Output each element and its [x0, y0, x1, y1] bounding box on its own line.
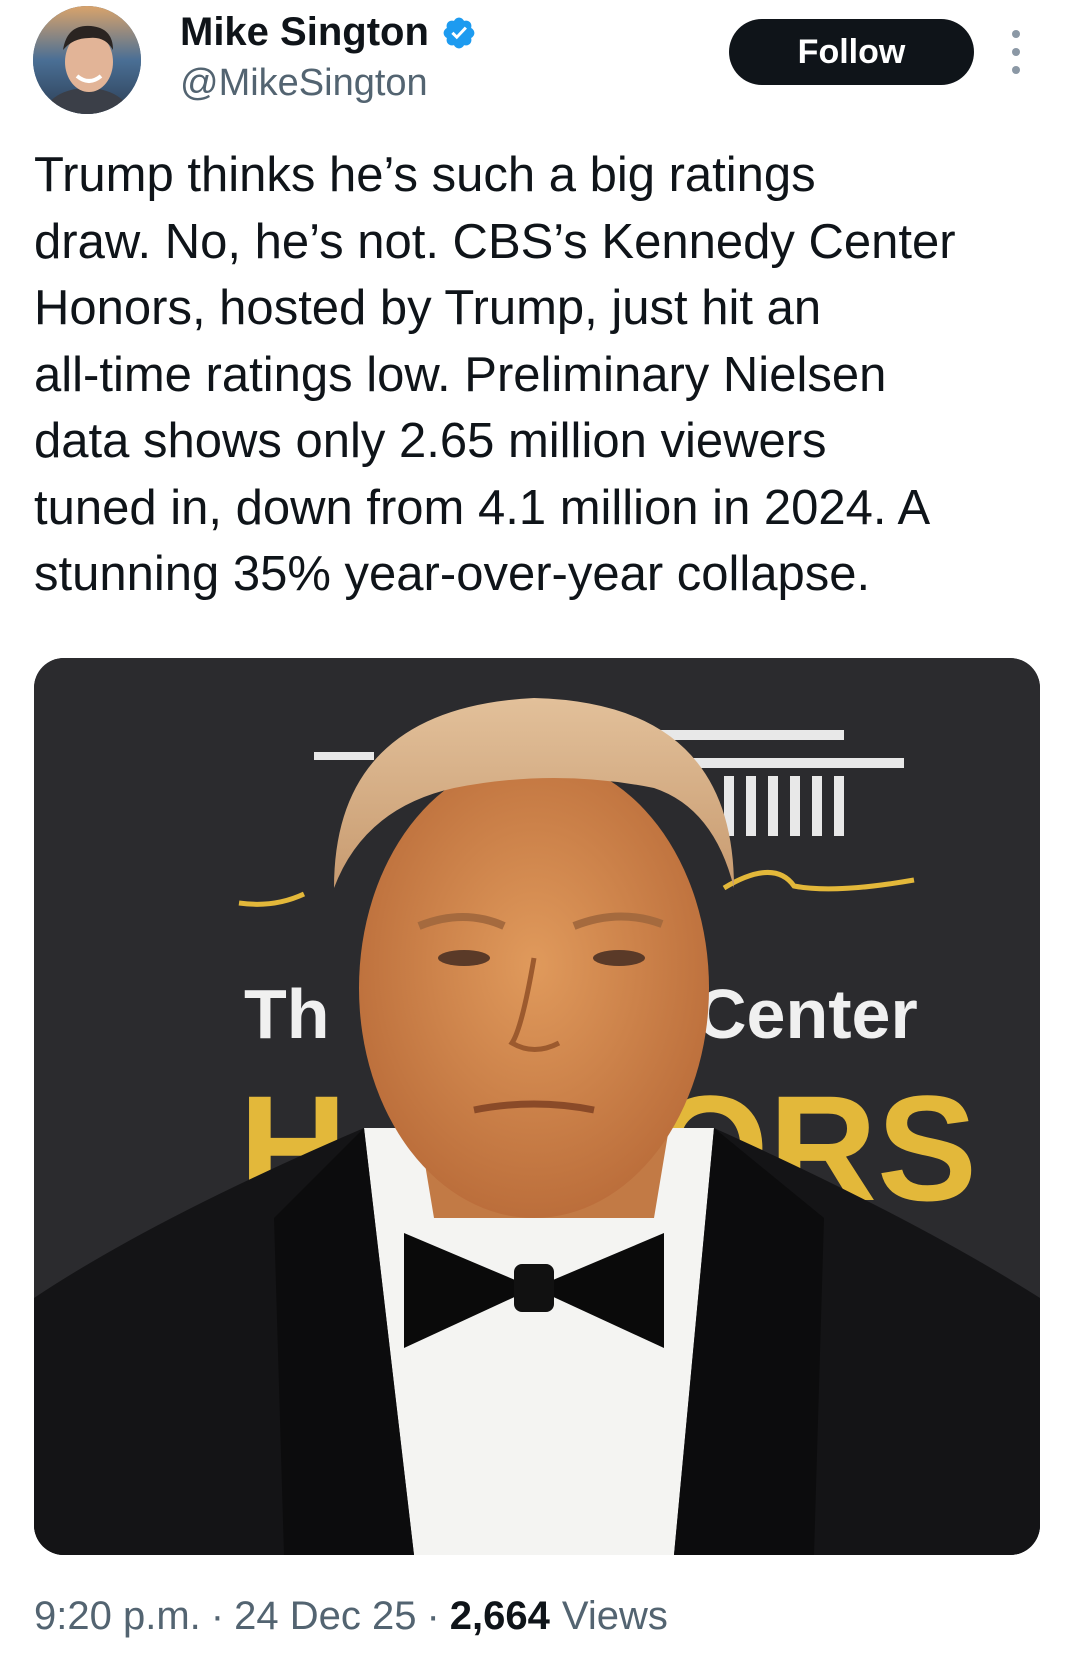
views-label: Views: [561, 1594, 668, 1638]
photo-illustration: Th Center H ORS: [34, 658, 1040, 1555]
author-name[interactable]: Mike Sington: [180, 10, 477, 55]
avatar[interactable]: [33, 6, 141, 114]
views-count[interactable]: 2,664: [450, 1594, 550, 1639]
follow-button[interactable]: Follow: [729, 19, 974, 85]
more-dot: [1012, 48, 1020, 56]
more-dot: [1012, 30, 1020, 38]
backdrop-text-center: Center: [696, 975, 918, 1053]
tweet-media-photo[interactable]: Th Center H ORS: [34, 658, 1040, 1555]
tweet-text: Trump thinks he’s such a big ratings dra…: [34, 148, 956, 601]
meta-separator: ·: [210, 1594, 225, 1638]
tweet-meta: 9:20 p.m. · 24 Dec 25 · 2,664 Views: [34, 1594, 668, 1639]
more-dot: [1012, 66, 1020, 74]
verified-badge-icon: [441, 15, 477, 51]
backdrop-text-th: Th: [244, 975, 330, 1053]
author-handle[interactable]: @MikeSington: [180, 62, 428, 105]
more-vertical-icon[interactable]: [1004, 30, 1028, 74]
avatar-photo: [33, 6, 141, 114]
tweet-time[interactable]: 9:20 p.m.: [34, 1594, 201, 1639]
meta-separator: ·: [426, 1594, 440, 1638]
author-name-text: Mike Sington: [180, 10, 429, 54]
tweet-date[interactable]: 24 Dec 25: [234, 1594, 416, 1639]
